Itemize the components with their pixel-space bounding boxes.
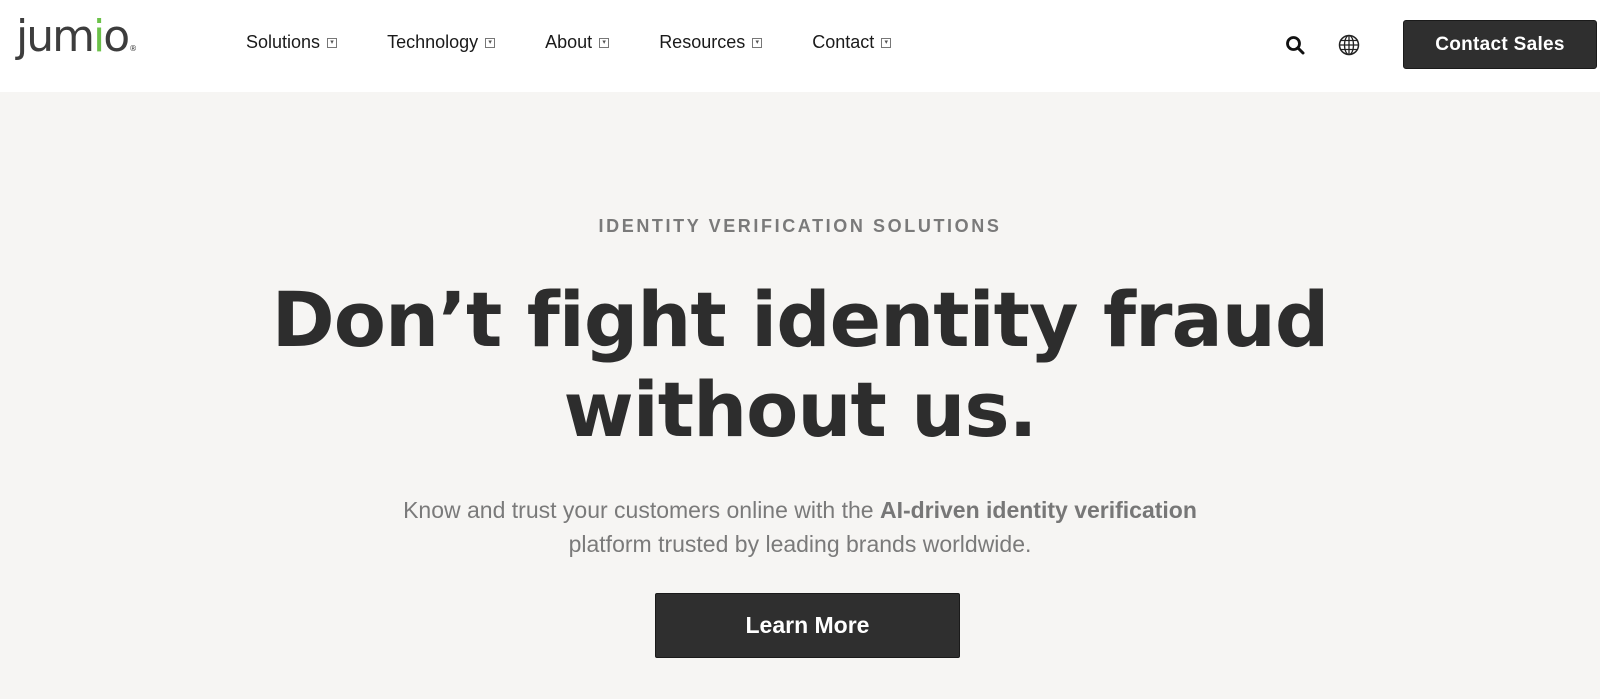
nav-item-label: Technology	[387, 32, 479, 52]
hero-section: IDENTITY VERIFICATION SOLUTIONS Don’t fi…	[0, 92, 1600, 699]
nav-item-contact[interactable]: Contact ▾	[812, 32, 892, 53]
search-button[interactable]	[1283, 33, 1307, 57]
contact-sales-button[interactable]: Contact Sales	[1403, 20, 1597, 69]
learn-more-button[interactable]: Learn More	[655, 593, 960, 658]
nav-item-label: Contact	[812, 32, 875, 52]
language-button[interactable]	[1337, 33, 1361, 57]
hero-subtitle: Know and trust your customers online wit…	[0, 493, 1600, 561]
subtitle-emphasis: AI-driven identity verification	[879, 497, 1197, 523]
nav-item-resources[interactable]: Resources ▾	[659, 32, 763, 53]
logo-text-accent: i	[92, 11, 105, 62]
hero-eyebrow: IDENTITY VERIFICATION SOLUTIONS	[598, 216, 1002, 236]
nav-item-label: About	[545, 32, 593, 52]
nav-item-solutions[interactable]: Solutions ▾	[246, 32, 338, 53]
site-header: jumio® Solutions ▾ Technology ▾ About ▾ …	[0, 0, 1600, 92]
logo-text-prefix: jum	[16, 11, 95, 62]
nav-item-technology[interactable]: Technology ▾	[387, 32, 496, 53]
chevron-down-icon: ▾	[327, 37, 338, 48]
globe-icon	[1338, 34, 1360, 56]
nav-item-about[interactable]: About ▾	[545, 32, 610, 53]
headline-line-1: Don’t fight identity fraud	[271, 275, 1330, 364]
main-nav: Solutions ▾ Technology ▾ About ▾ Resourc…	[246, 32, 941, 53]
chevron-down-icon: ▾	[599, 37, 610, 48]
nav-item-label: Resources	[659, 32, 746, 52]
subtitle-text-2: platform trusted by leading brands world…	[568, 531, 1032, 557]
jumio-logo[interactable]: jumio®	[16, 10, 137, 76]
headline-line-2: without us.	[563, 365, 1037, 454]
search-icon	[1286, 36, 1305, 55]
nav-item-label: Solutions	[246, 32, 321, 52]
registered-mark: ®	[129, 44, 138, 53]
subtitle-text-1: Know and trust your customers online wit…	[403, 497, 880, 523]
chevron-down-icon: ▾	[881, 37, 892, 48]
chevron-down-icon: ▾	[752, 37, 763, 48]
chevron-down-icon: ▾	[485, 37, 496, 48]
hero-headline: Don’t fight identity fraud without us.	[0, 275, 1600, 455]
logo-text-suffix: o	[103, 11, 130, 62]
